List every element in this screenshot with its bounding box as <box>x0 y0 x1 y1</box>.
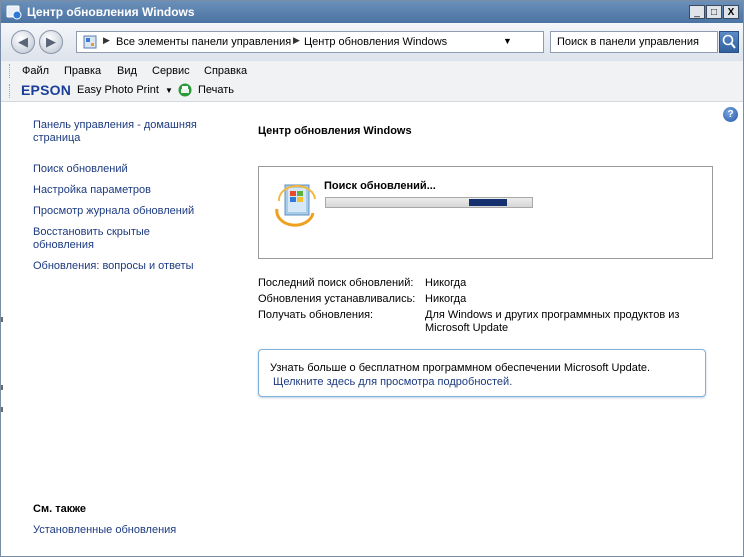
minimize-button[interactable]: _ <box>689 5 705 19</box>
progress-bar <box>325 197 533 208</box>
info-value-last-check: Никогда <box>425 277 467 289</box>
epson-logo: EPSON <box>21 82 72 98</box>
microsoft-update-info-box: Узнать больше о бесплатном программном о… <box>258 349 706 397</box>
status-text: Поиск обновлений... <box>324 180 436 192</box>
toolbar-grip[interactable] <box>9 64 13 78</box>
epson-toolbar: EPSON Easy Photo Print ▼ Печать <box>1 81 743 102</box>
sidebar-item-restore-hidden[interactable]: Восстановить скрытые обновления <box>33 226 173 252</box>
print-icon[interactable] <box>178 83 192 97</box>
help-icon[interactable]: ? <box>723 107 738 122</box>
edge-mark <box>1 407 3 412</box>
window: Центр обновления Windows _ □ X ◀ ▶ ▶ Все… <box>0 0 744 557</box>
installed-updates-link[interactable]: Установленные обновления <box>33 524 176 537</box>
info-label-receive: Получать обновления: <box>258 309 374 321</box>
search-icon <box>722 34 736 49</box>
toolbar-grip[interactable] <box>9 84 13 98</box>
info-label-last-check: Последний поиск обновлений: <box>258 277 414 289</box>
sidebar-item-check-updates[interactable]: Поиск обновлений <box>33 163 128 176</box>
window-title: Центр обновления Windows <box>27 5 195 19</box>
info-value-installed: Никогда <box>425 293 467 305</box>
chevron-down-icon[interactable]: ▼ <box>503 36 512 46</box>
sidebar-item-settings[interactable]: Настройка параметров <box>33 184 151 197</box>
menu-bar: Файл Правка Вид Сервис Справка <box>1 61 743 81</box>
breadcrumb-windows-update[interactable]: Центр обновления Windows <box>304 36 447 48</box>
print-button[interactable]: Печать <box>198 84 234 96</box>
windows-update-icon <box>275 184 316 227</box>
edge-mark <box>1 385 3 390</box>
search-input[interactable]: Поиск в панели управления <box>550 31 718 53</box>
breadcrumb-separator[interactable]: ▶ <box>103 35 110 46</box>
info-label-installed: Обновления устанавливались: <box>258 293 416 305</box>
info-value-receive: Для Windows и других программных продукт… <box>425 309 680 334</box>
app-icon <box>6 5 22 20</box>
edge-mark <box>1 317 3 322</box>
see-also-heading: См. также <box>33 503 86 515</box>
menu-edit[interactable]: Правка <box>64 65 101 77</box>
address-bar[interactable]: ▶ Все элементы панели управления ▶ Центр… <box>76 31 616 53</box>
menu-tools[interactable]: Сервис <box>152 65 190 77</box>
microsoft-update-link[interactable]: Щелкните здесь для просмотра подробносте… <box>273 376 512 388</box>
microsoft-update-text: Узнать больше о бесплатном программном о… <box>270 362 651 374</box>
page-title: Центр обновления Windows <box>258 125 412 137</box>
menu-help[interactable]: Справка <box>204 65 247 77</box>
progress-indicator <box>469 199 507 206</box>
control-panel-icon <box>83 35 97 49</box>
menu-view[interactable]: Вид <box>117 65 137 77</box>
sidebar-item-history[interactable]: Просмотр журнала обновлений <box>33 205 194 218</box>
easy-photo-print-button[interactable]: Easy Photo Print <box>77 84 159 96</box>
title-bar[interactable]: Центр обновления Windows _ □ X <box>1 1 743 23</box>
close-button[interactable]: X <box>723 5 739 19</box>
back-icon[interactable]: ◀ <box>11 30 35 54</box>
breadcrumb-all-items[interactable]: Все элементы панели управления <box>116 36 291 48</box>
navigation-bar: ◀ ▶ ▶ Все элементы панели управления ▶ Ц… <box>1 23 743 62</box>
sidebar-home-link[interactable]: Панель управления - домашняя страница <box>33 119 213 145</box>
breadcrumb-separator[interactable]: ▶ <box>293 35 300 46</box>
forward-icon[interactable]: ▶ <box>39 30 63 54</box>
update-status-panel: Поиск обновлений... <box>258 166 713 259</box>
maximize-button[interactable]: □ <box>706 5 722 19</box>
sidebar-item-faq[interactable]: Обновления: вопросы и ответы <box>33 260 194 273</box>
chevron-down-icon[interactable]: ▼ <box>165 86 173 95</box>
search-button[interactable] <box>719 31 739 53</box>
menu-file[interactable]: Файл <box>22 65 49 77</box>
